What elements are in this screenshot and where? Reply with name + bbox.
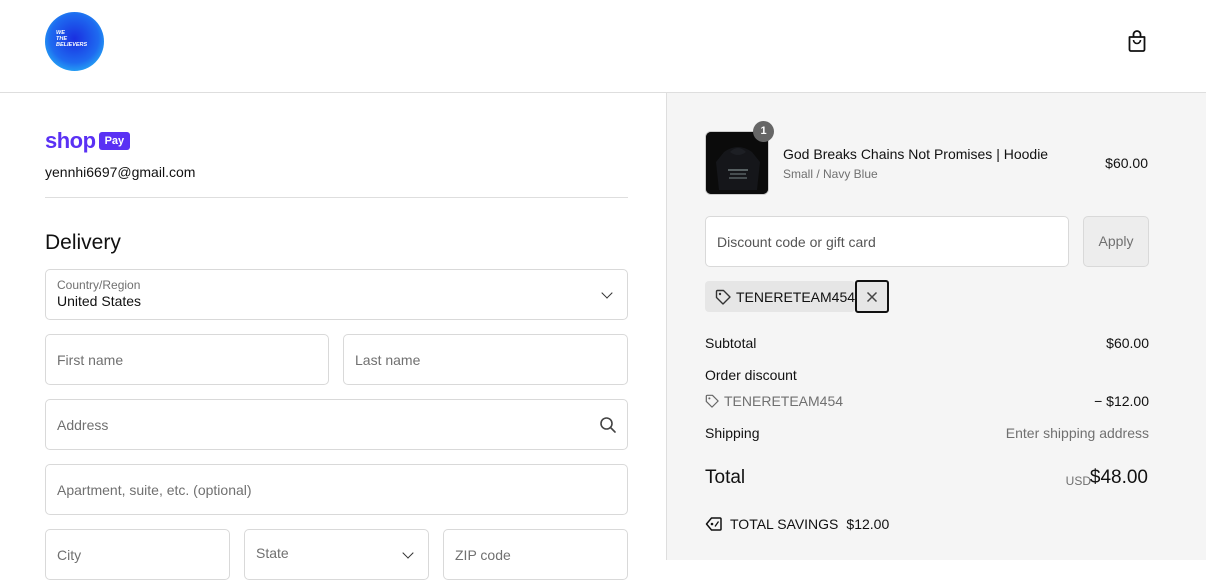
account-email: yennhi6697@gmail.com	[45, 164, 196, 180]
first-name-field[interactable]: First name	[45, 334, 329, 385]
zip-placeholder: ZIP code	[455, 547, 511, 563]
quantity-badge: 1	[753, 121, 774, 142]
discount-code-placeholder: Discount code or gift card	[717, 234, 876, 250]
discount-code-input[interactable]: Discount code or gift card	[705, 216, 1069, 267]
savings-label: TOTAL SAVINGS	[730, 516, 839, 532]
delivery-heading: Delivery	[45, 231, 121, 254]
product-variant: Small / Navy Blue	[783, 167, 878, 181]
zip-field[interactable]: ZIP code	[443, 529, 628, 580]
state-placeholder: State	[256, 545, 289, 561]
chevron-down-icon	[402, 547, 414, 559]
site-header: WE THE BELIEVERS	[0, 0, 1206, 93]
city-placeholder: City	[57, 547, 82, 563]
tag-icon	[715, 289, 731, 305]
product-name: God Breaks Chains Not Promises | Hoodie	[783, 146, 1049, 162]
shopping-bag-icon[interactable]	[1127, 30, 1147, 52]
subtotal-label: Subtotal	[705, 335, 757, 351]
order-discount-label: Order discount	[705, 367, 797, 383]
applied-discount-tag: TENERETEAM454	[705, 281, 856, 312]
total-amount: $48.00	[1089, 467, 1148, 488]
shop-pay-badge: Pay	[98, 132, 131, 150]
subtotal-row: Subtotal $60.00	[705, 335, 1149, 351]
apply-discount-button[interactable]: Apply	[1083, 216, 1149, 267]
discount-amount: − $12.00	[1094, 393, 1149, 409]
country-label: Country/Region	[57, 278, 141, 292]
subtotal-value: $60.00	[1106, 335, 1149, 351]
chevron-down-icon	[601, 287, 613, 299]
savings-value: $12.00	[846, 516, 890, 532]
first-name-placeholder: First name	[57, 352, 124, 368]
country-select[interactable]: Country/Region United States	[45, 269, 628, 320]
shop-pay-logo: shop Pay	[45, 128, 131, 153]
store-logo[interactable]: WE THE BELIEVERS	[45, 12, 104, 71]
logo-text-line: BELIEVERS	[56, 42, 88, 48]
last-name-field[interactable]: Last name	[343, 334, 628, 385]
discount-code-text: TENERETEAM454	[724, 393, 844, 409]
order-discount-row: Order discount	[705, 367, 1149, 383]
discount-code-row: TENERETEAM454 − $12.00	[705, 393, 1149, 409]
shipping-label: Shipping	[705, 425, 760, 441]
country-value: United States	[57, 293, 142, 309]
savings-tag-icon	[705, 517, 722, 531]
product-price: $60.00	[1105, 155, 1148, 171]
remove-discount-button[interactable]	[855, 280, 889, 313]
shipping-row: Shipping Enter shipping address	[705, 425, 1149, 441]
search-icon[interactable]	[599, 416, 617, 434]
address-field[interactable]: Address	[45, 399, 628, 450]
divider	[45, 197, 628, 198]
close-icon	[866, 291, 878, 303]
apartment-field[interactable]: Apartment, suite, etc. (optional)	[45, 464, 628, 515]
shop-pay-wordmark: shop	[45, 128, 96, 153]
total-label: Total	[705, 467, 746, 488]
last-name-placeholder: Last name	[355, 352, 421, 368]
total-currency: USD	[1065, 474, 1091, 488]
applied-discount-code: TENERETEAM454	[736, 288, 856, 305]
total-savings: TOTAL SAVINGS $12.00	[705, 516, 889, 532]
city-field[interactable]: City	[45, 529, 230, 580]
tag-icon	[705, 394, 719, 408]
apartment-placeholder: Apartment, suite, etc. (optional)	[57, 482, 252, 498]
shipping-value: Enter shipping address	[1005, 425, 1149, 441]
state-select[interactable]: State	[244, 529, 429, 580]
address-placeholder: Address	[57, 417, 109, 433]
